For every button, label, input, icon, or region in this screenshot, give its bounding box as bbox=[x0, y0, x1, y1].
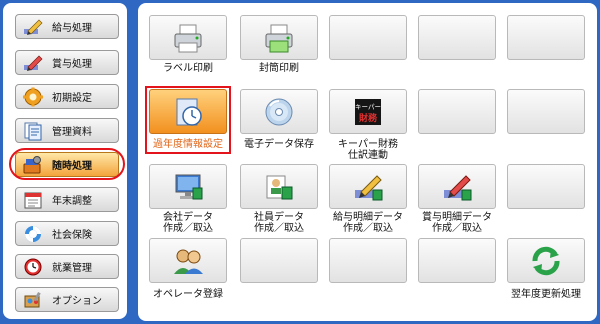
company-data-button[interactable] bbox=[149, 164, 227, 209]
active-item-highlight bbox=[9, 148, 125, 180]
label-print-button[interactable] bbox=[149, 15, 227, 60]
wrench-icon bbox=[22, 290, 44, 310]
empty-tile bbox=[240, 238, 318, 283]
keeper-link-button[interactable]: キーパー 財務 bbox=[329, 89, 407, 134]
printer-icon bbox=[262, 21, 296, 55]
refresh-icon bbox=[529, 244, 563, 278]
empty-tile bbox=[507, 15, 585, 60]
edoc-save-button[interactable] bbox=[240, 89, 318, 134]
company-data-label: 会社データ 作成／取込 bbox=[163, 212, 213, 234]
pencil-icon bbox=[22, 53, 44, 73]
sidebar-item-label: 給与処理 bbox=[52, 23, 92, 34]
employee-data-label: 社員データ 作成／取込 bbox=[254, 212, 304, 234]
envelope-print-button[interactable] bbox=[240, 15, 318, 60]
sidebar-item-bonus[interactable]: 賞与処理 bbox=[15, 50, 119, 75]
selected-tile-highlight bbox=[145, 86, 231, 154]
empty-tile bbox=[507, 89, 585, 134]
sidebar-item-social-insurance[interactable]: 社会保険 bbox=[15, 221, 119, 246]
edoc-save-label: 電子データ保存 bbox=[244, 139, 314, 150]
operator-register-button[interactable] bbox=[149, 238, 227, 283]
sidebar-item-label: オプション bbox=[52, 296, 102, 307]
sidebar-item-label: 就業管理 bbox=[52, 263, 92, 274]
year-update-button[interactable] bbox=[507, 238, 585, 283]
sidebar-item-label: 年末調整 bbox=[52, 196, 92, 207]
label-print-label: ラベル印刷 bbox=[163, 63, 213, 74]
bonus-detail-button[interactable] bbox=[418, 164, 496, 209]
keeper-badge-text: キーパー bbox=[355, 103, 381, 111]
lifebuoy-icon bbox=[22, 224, 44, 244]
keeper-logo-icon: キーパー 財務 bbox=[351, 95, 385, 129]
operator-register-label: オペレータ登録 bbox=[153, 289, 223, 300]
empty-tile bbox=[418, 89, 496, 134]
year-update-label: 翌年度更新処理 bbox=[511, 289, 581, 300]
document-icon bbox=[22, 121, 44, 141]
empty-tile bbox=[329, 238, 407, 283]
sidebar-item-initial-settings[interactable]: 初期設定 bbox=[15, 84, 119, 109]
employee-card-icon bbox=[262, 170, 296, 204]
empty-tile bbox=[418, 15, 496, 60]
pencil-icon bbox=[440, 170, 474, 204]
gear-icon bbox=[22, 87, 44, 107]
users-icon bbox=[171, 244, 205, 278]
calendar-icon bbox=[22, 190, 44, 210]
sidebar-item-label: 管理資料 bbox=[52, 127, 92, 138]
empty-tile bbox=[507, 164, 585, 209]
salary-detail-button[interactable] bbox=[329, 164, 407, 209]
printer-icon bbox=[171, 21, 205, 55]
envelope-print-label: 封筒印刷 bbox=[259, 63, 299, 74]
sidebar-item-attendance[interactable]: 就業管理 bbox=[15, 254, 119, 279]
keeper-link-label: キーパー財務 仕訳連動 bbox=[338, 139, 398, 161]
keeper-badge-subtext: 財務 bbox=[358, 112, 378, 124]
pencil-icon bbox=[22, 17, 44, 37]
sidebar-item-year-end[interactable]: 年末調整 bbox=[15, 187, 119, 212]
empty-tile bbox=[418, 238, 496, 283]
salary-detail-label: 給与明細データ 作成／取込 bbox=[333, 212, 403, 234]
sidebar-item-management-docs[interactable]: 管理資料 bbox=[15, 118, 119, 143]
sidebar-item-label: 社会保険 bbox=[52, 230, 92, 241]
sidebar-panel: 給与処理 賞与処理 初期設定 管理資料 随時処理 年末調整 社会保険 就業管理 … bbox=[3, 3, 127, 319]
empty-tile bbox=[329, 15, 407, 60]
pencil-icon bbox=[351, 170, 385, 204]
disc-icon bbox=[262, 95, 296, 129]
clock-icon bbox=[22, 257, 44, 277]
employee-data-button[interactable] bbox=[240, 164, 318, 209]
sidebar-item-label: 賞与処理 bbox=[52, 59, 92, 70]
computer-icon bbox=[171, 170, 205, 204]
sidebar-item-label: 初期設定 bbox=[52, 93, 92, 104]
sidebar-item-options[interactable]: オプション bbox=[15, 287, 119, 312]
bonus-detail-label: 賞与明細データ 作成／取込 bbox=[422, 212, 492, 234]
sidebar-item-payroll[interactable]: 給与処理 bbox=[15, 14, 119, 39]
